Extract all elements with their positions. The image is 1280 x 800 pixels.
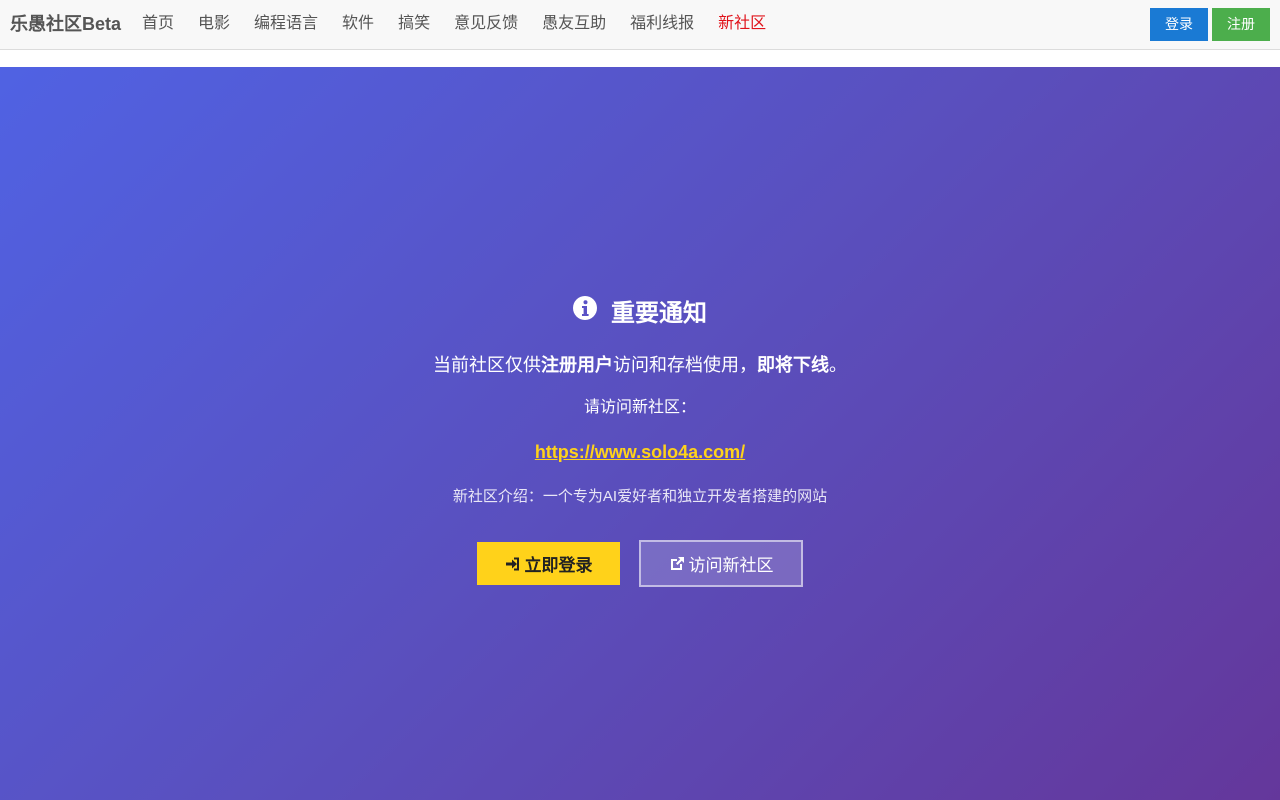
nav-link-funny[interactable]: 搞笑 xyxy=(386,0,442,48)
register-button[interactable]: 注册 xyxy=(1212,8,1270,41)
nav-link-home[interactable]: 首页 xyxy=(130,0,186,48)
notice-actions: 立即登录 访问新社区 xyxy=(0,540,1280,587)
auth-buttons: 登录 注册 xyxy=(1150,8,1270,41)
notice-registered-users: 注册用户 xyxy=(541,355,613,375)
info-circle-icon xyxy=(573,296,597,320)
visit-new-community-label: 访问新社区 xyxy=(688,556,774,575)
login-now-label: 立即登录 xyxy=(524,556,593,575)
nav-link-movies[interactable]: 电影 xyxy=(186,0,242,48)
nav-link-deals[interactable]: 福利线报 xyxy=(618,0,706,48)
notice-going-offline: 即将下线 xyxy=(757,355,829,375)
notice-message-part: 。 xyxy=(829,355,847,375)
nav-link-new-community[interactable]: 新社区 xyxy=(706,0,778,48)
nav-links: 首页 电影 编程语言 软件 搞笑 意见反馈 愚友互助 福利线报 新社区 xyxy=(130,0,778,48)
nav-link-help[interactable]: 愚友互助 xyxy=(530,0,618,48)
nav-link-programming[interactable]: 编程语言 xyxy=(242,0,330,48)
login-now-button[interactable]: 立即登录 xyxy=(477,542,620,585)
brand-logo[interactable]: 乐愚社区Beta xyxy=(10,0,121,48)
notice-visit-prompt: 请访问新社区： xyxy=(583,399,696,416)
visit-new-community-button[interactable]: 访问新社区 xyxy=(639,540,803,587)
notice-message-part: 访问和存档使用， xyxy=(613,355,757,375)
notice-message: 当前社区仅供注册用户访问和存档使用，即将下线。 xyxy=(0,353,1280,377)
notice-heading: 重要通知 xyxy=(0,292,1280,328)
new-site-url-line: https://www.solo4a.com/ xyxy=(0,440,1280,464)
new-site-url-link[interactable]: https://www.solo4a.com/ xyxy=(535,442,745,462)
top-navbar: 乐愚社区Beta 首页 电影 编程语言 软件 搞笑 意见反馈 愚友互助 福利线报… xyxy=(0,0,1280,50)
notice-message-part: 当前社区仅供 xyxy=(433,355,541,375)
external-link-icon xyxy=(670,556,684,570)
login-button[interactable]: 登录 xyxy=(1150,8,1208,41)
nav-link-feedback[interactable]: 意见反馈 xyxy=(442,0,530,48)
nav-link-software[interactable]: 软件 xyxy=(330,0,386,48)
notice-title-text: 重要通知 xyxy=(611,299,707,327)
sign-in-icon xyxy=(505,557,519,570)
notice-hero: 重要通知 当前社区仅供注册用户访问和存档使用，即将下线。 请访问新社区： htt… xyxy=(0,67,1280,800)
new-site-intro: 新社区介绍：一个专为AI爱好者和独立开发者搭建的网站 xyxy=(452,488,828,505)
